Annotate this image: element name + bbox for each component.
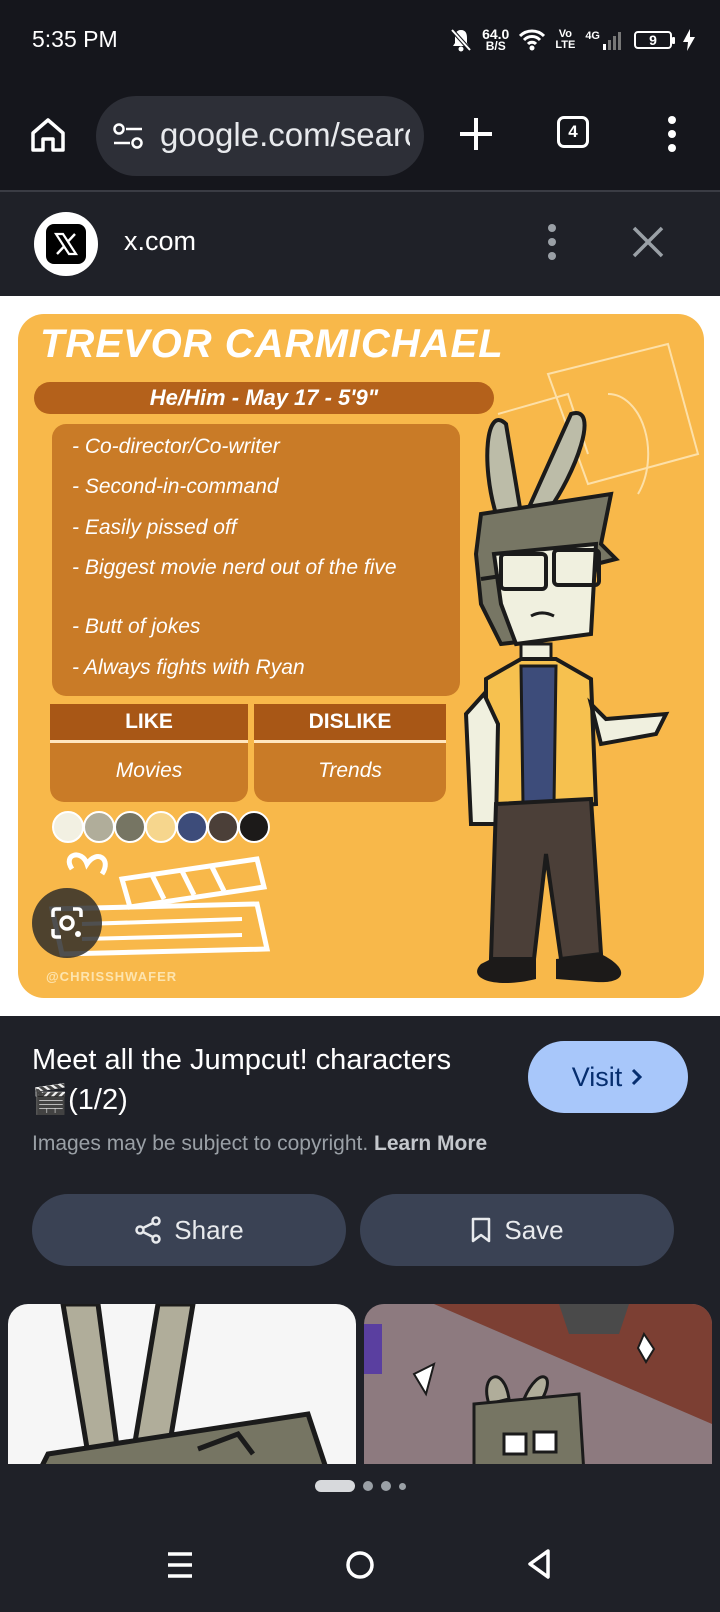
recents-icon[interactable]: [166, 1550, 194, 1580]
status-bar: 5:35 PM 64.0 B/S Vo LTE 4G 9: [0, 0, 720, 84]
dislike-box: DISLIKE Trends: [254, 704, 446, 802]
like-value: Movies: [115, 759, 183, 782]
net-speed-unit: B/S: [485, 39, 506, 53]
trait-item: - Second-in-command: [72, 475, 279, 498]
dislike-label: DISLIKE: [254, 704, 446, 743]
trait-item: - Butt of jokes: [72, 615, 201, 638]
charging-icon: [683, 29, 695, 51]
share-icon: [135, 1216, 162, 1244]
page-dot: [398, 1482, 406, 1490]
pagination-dots: [0, 1480, 720, 1492]
result-info: Meet all the Jumpcut! characters 🎬(1/2) …: [0, 1016, 720, 1276]
tab-switcher-button[interactable]: 4: [557, 116, 589, 148]
color-swatch: [114, 811, 146, 843]
related-image-thumbnail[interactable]: [364, 1304, 712, 1464]
page-dot: [380, 1481, 391, 1491]
related-image-thumbnail[interactable]: [8, 1304, 356, 1464]
color-swatch: [238, 811, 270, 843]
character-card: TREVOR CARMICHAEL He/Him - May 17 - 5'9"…: [18, 314, 704, 998]
page-dot: [362, 1481, 373, 1491]
close-icon[interactable]: [630, 224, 666, 260]
trait-item: - Biggest movie nerd out of the five: [72, 556, 397, 579]
url-text[interactable]: google.com/search: [160, 116, 410, 154]
bookmark-icon: [472, 1217, 491, 1243]
color-swatch: [83, 811, 115, 843]
browser-toolbar: google.com/search 4: [0, 84, 720, 192]
visit-label: Visit: [571, 1061, 623, 1092]
status-icons: 64.0 B/S Vo LTE 4G 9: [450, 22, 696, 58]
color-swatch: [207, 811, 239, 843]
battery-icon: 9: [634, 31, 675, 49]
like-label: LIKE: [50, 704, 248, 743]
copyright-text: Images may be subject to copyright.: [32, 1132, 369, 1155]
character-name: TREVOR CARMICHAEL: [40, 322, 504, 366]
chevron-right-icon: [632, 1068, 643, 1086]
source-header: x.com: [0, 192, 720, 296]
system-nav-bar: [0, 1520, 720, 1612]
trait-item: - Easily pissed off: [72, 516, 237, 539]
save-label: Save: [504, 1214, 564, 1245]
color-swatch: [145, 811, 177, 843]
artist-credit: @CHRISSHWAFER: [46, 969, 178, 984]
network-type: 4G: [585, 30, 600, 42]
dislike-value: Trends: [318, 759, 382, 782]
volte-indicator: Vo LTE: [555, 29, 575, 51]
like-box: LIKE Movies: [50, 704, 248, 802]
color-palette: [52, 811, 270, 843]
color-swatch: [176, 811, 208, 843]
preview-image[interactable]: TREVOR CARMICHAEL He/Him - May 17 - 5'9"…: [0, 296, 720, 1016]
save-button[interactable]: Save: [360, 1194, 674, 1266]
source-site-name[interactable]: x.com: [124, 226, 196, 257]
url-bar[interactable]: google.com/search: [96, 96, 424, 176]
net-speed: 64.0 B/S: [482, 27, 509, 53]
x-logo-icon: [34, 212, 98, 276]
source-more-icon[interactable]: [544, 222, 560, 262]
thumbnail-art: [40, 1304, 328, 1464]
trait-item: - Co-director/Co-writer: [72, 435, 280, 458]
bell-muted-icon: [450, 28, 472, 52]
more-options-icon[interactable]: [664, 114, 680, 154]
trait-item: - Always fights with Ryan: [72, 656, 305, 679]
wifi-icon: [519, 29, 546, 51]
learn-more-link[interactable]: Learn More: [374, 1132, 487, 1155]
character-illustration: [463, 411, 670, 984]
visit-button[interactable]: Visit: [528, 1041, 688, 1113]
related-images: [0, 1304, 720, 1464]
share-label: Share: [174, 1214, 244, 1245]
share-button[interactable]: Share: [32, 1194, 346, 1266]
color-swatch: [52, 811, 84, 843]
back-icon[interactable]: [526, 1548, 552, 1580]
new-tab-icon[interactable]: [456, 114, 496, 154]
thumbnail-art: [364, 1304, 712, 1464]
page-dot: [314, 1480, 355, 1492]
status-time: 5:35 PM: [32, 26, 118, 52]
copyright-notice: Images may be subject to copyright. Lear…: [32, 1132, 487, 1156]
site-settings-icon[interactable]: [112, 122, 144, 150]
signal-group: 4G: [585, 30, 624, 50]
volte-bottom: LTE: [555, 39, 576, 51]
google-lens-button[interactable]: [32, 888, 102, 958]
signal-icon: [603, 32, 621, 50]
traits-box: - Co-director/Co-writer - Second-in-comm…: [52, 424, 460, 696]
home-icon[interactable]: [28, 114, 68, 154]
image-title[interactable]: Meet all the Jumpcut! characters 🎬(1/2): [32, 1040, 472, 1120]
home-circle-icon[interactable]: [345, 1550, 375, 1580]
character-info-line: He/Him - May 17 - 5'9": [34, 382, 494, 414]
lens-icon: [51, 907, 83, 939]
